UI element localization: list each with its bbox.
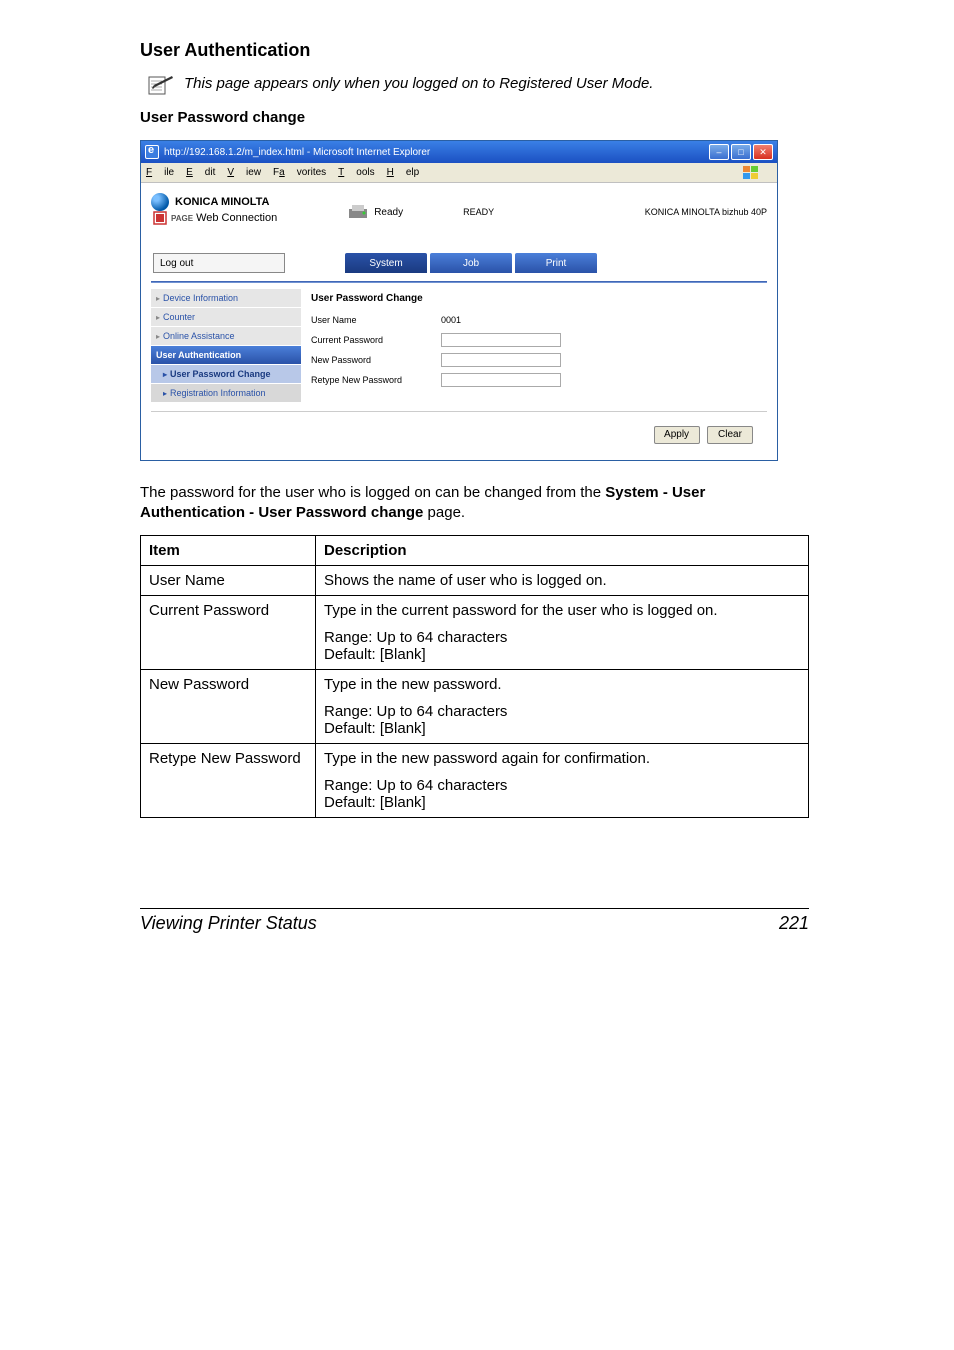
info-table: Item Description User Name Shows the nam… — [140, 535, 809, 818]
nav-device-info[interactable]: Device Information — [151, 289, 301, 307]
form-area: User Password Change User Name 0001 Curr… — [311, 289, 767, 403]
th-description: Description — [316, 536, 809, 566]
sub-title: User Password change — [140, 109, 809, 126]
window-title: http://192.168.1.2/m_index.html - Micros… — [164, 147, 430, 158]
retype-password-label: Retype New Password — [311, 375, 441, 385]
model-label: KONICA MINOLTA bizhub 40P — [645, 207, 767, 217]
current-password-label: Current Password — [311, 335, 441, 345]
new-password-input[interactable] — [441, 353, 561, 367]
table-row: New Password Type in the new password. R… — [141, 670, 809, 744]
apply-button[interactable]: Apply — [654, 426, 700, 444]
browser-window: http://192.168.1.2/m_index.html - Micros… — [140, 140, 778, 461]
cell-current-password-desc: Type in the current password for the use… — [316, 596, 809, 670]
username-label: User Name — [311, 315, 441, 325]
printer-icon — [347, 203, 369, 221]
pagescope-icon — [153, 211, 167, 225]
section-title: User Authentication — [140, 40, 809, 61]
new-password-label: New Password — [311, 355, 441, 365]
table-row: User Name Shows the name of user who is … — [141, 566, 809, 596]
km-globe-icon — [151, 193, 169, 211]
retype-password-input[interactable] — [441, 373, 561, 387]
close-button[interactable]: ✕ — [753, 144, 773, 160]
menu-tools[interactable]: Tools — [338, 167, 374, 178]
table-row: Retype New Password Type in the new pass… — [141, 744, 809, 818]
nav-user-password-change[interactable]: User Password Change — [151, 365, 301, 383]
menubar: File Edit View Favorites Tools Help — [141, 163, 777, 183]
menu-edit[interactable]: Edit — [186, 167, 215, 178]
page-content: KONICA MINOLTA PAGE Web Connection Ready… — [141, 183, 777, 460]
cell-user-name-desc: Shows the name of user who is logged on. — [316, 566, 809, 596]
footer-section: Viewing Printer Status — [140, 913, 317, 934]
tab-print[interactable]: Print — [515, 253, 597, 273]
note-row: This page appears only when you logged o… — [148, 73, 809, 95]
username-value: 0001 — [441, 315, 461, 325]
note-icon — [148, 73, 174, 95]
tab-bar: System Job Print — [345, 253, 597, 273]
description-text: The password for the user who is logged … — [140, 483, 809, 524]
nav-registration-information[interactable]: Registration Information — [151, 384, 301, 402]
cell-user-name: User Name — [141, 566, 316, 596]
logout-button[interactable]: Log out — [153, 253, 285, 273]
menu-help[interactable]: Help — [387, 167, 420, 178]
menu-file[interactable]: File — [146, 167, 174, 178]
menu-favorites[interactable]: Favorites — [273, 167, 326, 178]
windows-flag-icon — [742, 165, 760, 181]
cell-current-password: Current Password — [141, 596, 316, 670]
clear-button[interactable]: Clear — [707, 426, 753, 444]
cell-new-password: New Password — [141, 670, 316, 744]
table-row: Current Password Type in the current pas… — [141, 596, 809, 670]
nav-online-assistance[interactable]: Online Assistance — [151, 327, 301, 345]
tab-system[interactable]: System — [345, 253, 427, 273]
form-title: User Password Change — [311, 293, 767, 304]
cell-retype-password-desc: Type in the new password again for confi… — [316, 744, 809, 818]
ie-icon — [145, 145, 159, 159]
pagescope-label: PAGE Web Connection — [151, 211, 277, 231]
status-label: Ready — [374, 207, 403, 218]
left-nav: Device Information Counter Online Assist… — [151, 289, 301, 403]
cell-new-password-desc: Type in the new password. Range: Up to 6… — [316, 670, 809, 744]
maximize-button[interactable]: □ — [731, 144, 751, 160]
menu-view[interactable]: View — [227, 167, 261, 178]
nav-counter[interactable]: Counter — [151, 308, 301, 326]
footer-page-number: 221 — [779, 913, 809, 934]
status-word: READY — [463, 207, 494, 217]
th-item: Item — [141, 536, 316, 566]
page-footer: Viewing Printer Status 221 — [140, 908, 809, 934]
tab-job[interactable]: Job — [430, 253, 512, 273]
minimize-button[interactable]: – — [709, 144, 729, 160]
km-logo: KONICA MINOLTA — [151, 193, 277, 211]
nav-user-authentication[interactable]: User Authentication — [151, 346, 301, 364]
current-password-input[interactable] — [441, 333, 561, 347]
titlebar: http://192.168.1.2/m_index.html - Micros… — [141, 141, 777, 163]
note-text: This page appears only when you logged o… — [184, 73, 653, 94]
cell-retype-password: Retype New Password — [141, 744, 316, 818]
